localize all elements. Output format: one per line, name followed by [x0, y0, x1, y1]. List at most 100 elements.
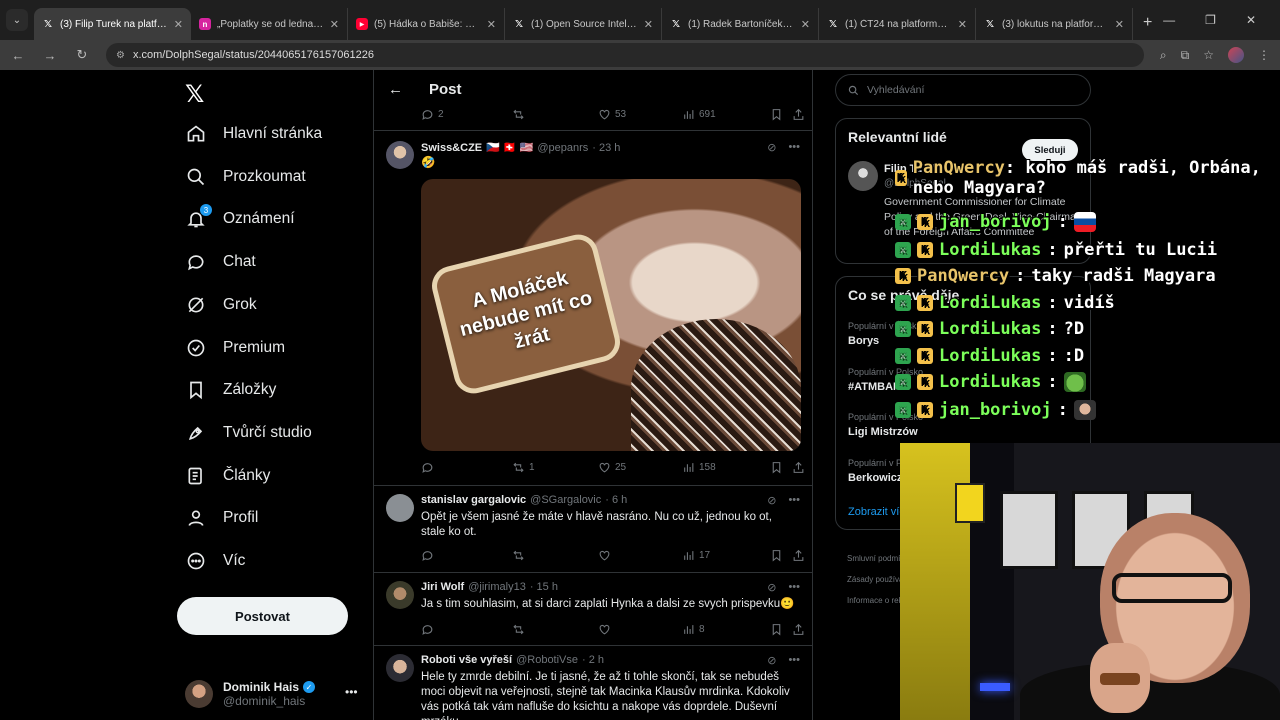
- reload-icon[interactable]: ↻: [74, 47, 90, 63]
- x-logo-icon[interactable]: 𝕏: [185, 80, 204, 109]
- tweet-author-name[interactable]: Swiss&CZE: [421, 142, 482, 154]
- site-info-icon[interactable]: ⚙: [116, 50, 125, 61]
- repost-button[interactable]: [512, 623, 598, 636]
- nav-explore[interactable]: Prozkoumat: [185, 162, 306, 192]
- tweet-time[interactable]: · 15 h: [530, 581, 558, 593]
- new-tab-button[interactable]: +: [1143, 14, 1152, 32]
- avatar[interactable]: [848, 161, 878, 191]
- close-tab-icon[interactable]: ✕: [487, 18, 496, 31]
- bookmark-icon[interactable]: [770, 623, 792, 636]
- tweet-media-image[interactable]: A Moláček nebude mít co žrát: [421, 179, 801, 451]
- nav-articles[interactable]: Články: [185, 461, 270, 491]
- close-tab-icon[interactable]: ✕: [330, 18, 339, 31]
- more-icon[interactable]: •••: [788, 494, 800, 507]
- grok-icon[interactable]: ⊘: [767, 494, 776, 507]
- bookmark-icon[interactable]: [770, 549, 792, 562]
- tweet-author-name[interactable]: Roboti vše vyřeší: [421, 654, 512, 666]
- browser-tab[interactable]: ▶ (5) Hádka o Babiše: Slaboch a… ✕: [348, 8, 505, 40]
- tweet[interactable]: Swiss&CZE 🇨🇿 🇨🇭 🇺🇸 @pepanrs · 23 h ⊘ •••…: [374, 130, 812, 485]
- nav-creator-studio[interactable]: Tvůrčí studio: [185, 418, 312, 448]
- more-icon[interactable]: •••: [788, 141, 800, 154]
- avatar[interactable]: [386, 494, 414, 522]
- bookmark-icon[interactable]: [770, 108, 792, 121]
- nav-chat[interactable]: Chat: [185, 247, 256, 277]
- views-button[interactable]: 8: [682, 623, 770, 636]
- close-tab-icon[interactable]: ✕: [1115, 18, 1124, 31]
- bookmark-star-icon[interactable]: ☆: [1203, 48, 1214, 62]
- reply-button[interactable]: [421, 623, 512, 636]
- browser-tab[interactable]: 𝕏 (3) lokutus na platformě X: „Už… ✕: [976, 8, 1133, 40]
- browser-tab[interactable]: n „Poplatky se od ledna ruší": Kle… ✕: [191, 8, 348, 40]
- tweet-time[interactable]: · 2 h: [582, 654, 604, 666]
- browser-tab[interactable]: 𝕏 (1) Open Source Intel na platfor… ✕: [505, 8, 662, 40]
- share-icon[interactable]: [792, 108, 805, 121]
- search-input[interactable]: Vyhledávání: [835, 74, 1091, 106]
- browser-tab[interactable]: 𝕏 (1) Radek Bartoníček na platfor… ✕: [662, 8, 819, 40]
- grok-icon[interactable]: ⊘: [767, 654, 776, 667]
- account-switcher[interactable]: Dominik Hais ✓ @dominik_hais: [185, 680, 316, 708]
- nav-grok[interactable]: Grok: [185, 290, 257, 320]
- share-icon[interactable]: [792, 461, 805, 474]
- tab-search-button[interactable]: ⌄: [6, 9, 28, 31]
- avatar[interactable]: [386, 581, 414, 609]
- tweet-author-name[interactable]: Jiri Wolf: [421, 581, 464, 593]
- reply-button[interactable]: [421, 461, 512, 474]
- tweet-time[interactable]: · 23 h: [592, 142, 620, 154]
- reply-button[interactable]: 2: [421, 108, 512, 121]
- like-button[interactable]: 53: [598, 108, 682, 121]
- back-arrow-icon[interactable]: ←: [388, 81, 403, 98]
- repost-button[interactable]: [512, 108, 598, 121]
- close-tab-icon[interactable]: ✕: [958, 18, 967, 31]
- profile-avatar[interactable]: [1228, 47, 1244, 63]
- url-input[interactable]: ⚙ x.com/DolphSegal/status/20440651761570…: [106, 43, 1144, 67]
- tweet[interactable]: Jiri Wolf @jirimaly13 · 15 h ⊘ ••• Ja s …: [374, 572, 812, 645]
- back-arrow-icon[interactable]: ←: [10, 48, 26, 63]
- show-more-link[interactable]: Zobrazit víc: [848, 506, 905, 518]
- close-tab-icon[interactable]: ✕: [174, 18, 183, 31]
- views-button[interactable]: 158: [682, 461, 770, 474]
- like-button[interactable]: [598, 623, 682, 636]
- views-button[interactable]: 17: [682, 549, 770, 562]
- nav-profile[interactable]: Profil: [185, 503, 258, 533]
- nav-more[interactable]: Víc: [185, 546, 245, 576]
- zoom-icon[interactable]: ⌕: [1160, 48, 1167, 63]
- browser-tab[interactable]: 𝕏 (3) Filip Turek na platformě X: „… ✕: [34, 8, 191, 40]
- tweet-author-name[interactable]: stanislav gargalovic: [421, 494, 526, 506]
- more-icon[interactable]: •••: [788, 581, 800, 594]
- trend-name[interactable]: Ligi Mistrzów: [848, 426, 918, 438]
- tweet-author-handle[interactable]: @pepanrs: [537, 142, 588, 154]
- tweet-author-handle[interactable]: @jirimaly13: [468, 581, 526, 593]
- grok-icon[interactable]: ⊘: [767, 581, 776, 594]
- minimize-icon[interactable]: —: [1163, 13, 1175, 27]
- tweet[interactable]: stanislav gargalovic @SGargalovic · 6 h …: [374, 485, 812, 572]
- browser-menu-icon[interactable]: ⋮: [1258, 48, 1270, 62]
- trend-name[interactable]: Berkowicz: [848, 472, 902, 484]
- nav-home[interactable]: Hlavní stránka: [185, 119, 322, 149]
- close-tab-icon[interactable]: ✕: [801, 18, 810, 31]
- account-more-icon[interactable]: •••: [345, 685, 358, 699]
- tweet-author-handle[interactable]: @SGargalovic: [530, 494, 601, 506]
- close-window-icon[interactable]: ✕: [1246, 13, 1256, 27]
- tweet[interactable]: Roboti vše vyřeší @RobotiVse · 2 h ⊘ •••…: [374, 645, 812, 720]
- tweet-time[interactable]: · 6 h: [605, 494, 627, 506]
- like-button[interactable]: 25: [598, 461, 682, 474]
- install-app-icon[interactable]: ⧉: [1181, 48, 1190, 63]
- share-icon[interactable]: [792, 549, 805, 562]
- avatar[interactable]: [386, 654, 414, 682]
- nav-bookmarks[interactable]: Záložky: [185, 375, 276, 405]
- tweet-author-handle[interactable]: @RobotiVse: [516, 654, 578, 666]
- share-icon[interactable]: [792, 623, 805, 636]
- like-button[interactable]: [598, 549, 682, 562]
- repost-button[interactable]: 1: [512, 461, 598, 474]
- grok-icon[interactable]: ⊘: [767, 141, 776, 154]
- avatar[interactable]: [386, 141, 414, 169]
- nav-premium[interactable]: Premium: [185, 333, 285, 363]
- reply-button[interactable]: [421, 549, 512, 562]
- maximize-icon[interactable]: ❐: [1205, 13, 1216, 27]
- bookmark-icon[interactable]: [770, 461, 792, 474]
- browser-tab[interactable]: 𝕏 (1) ČT24 na platformě X: „První… ✕: [819, 8, 976, 40]
- post-button[interactable]: Postovat: [177, 597, 348, 635]
- views-button[interactable]: 691: [682, 108, 770, 121]
- repost-button[interactable]: [512, 549, 598, 562]
- forward-arrow-icon[interactable]: →: [42, 48, 58, 63]
